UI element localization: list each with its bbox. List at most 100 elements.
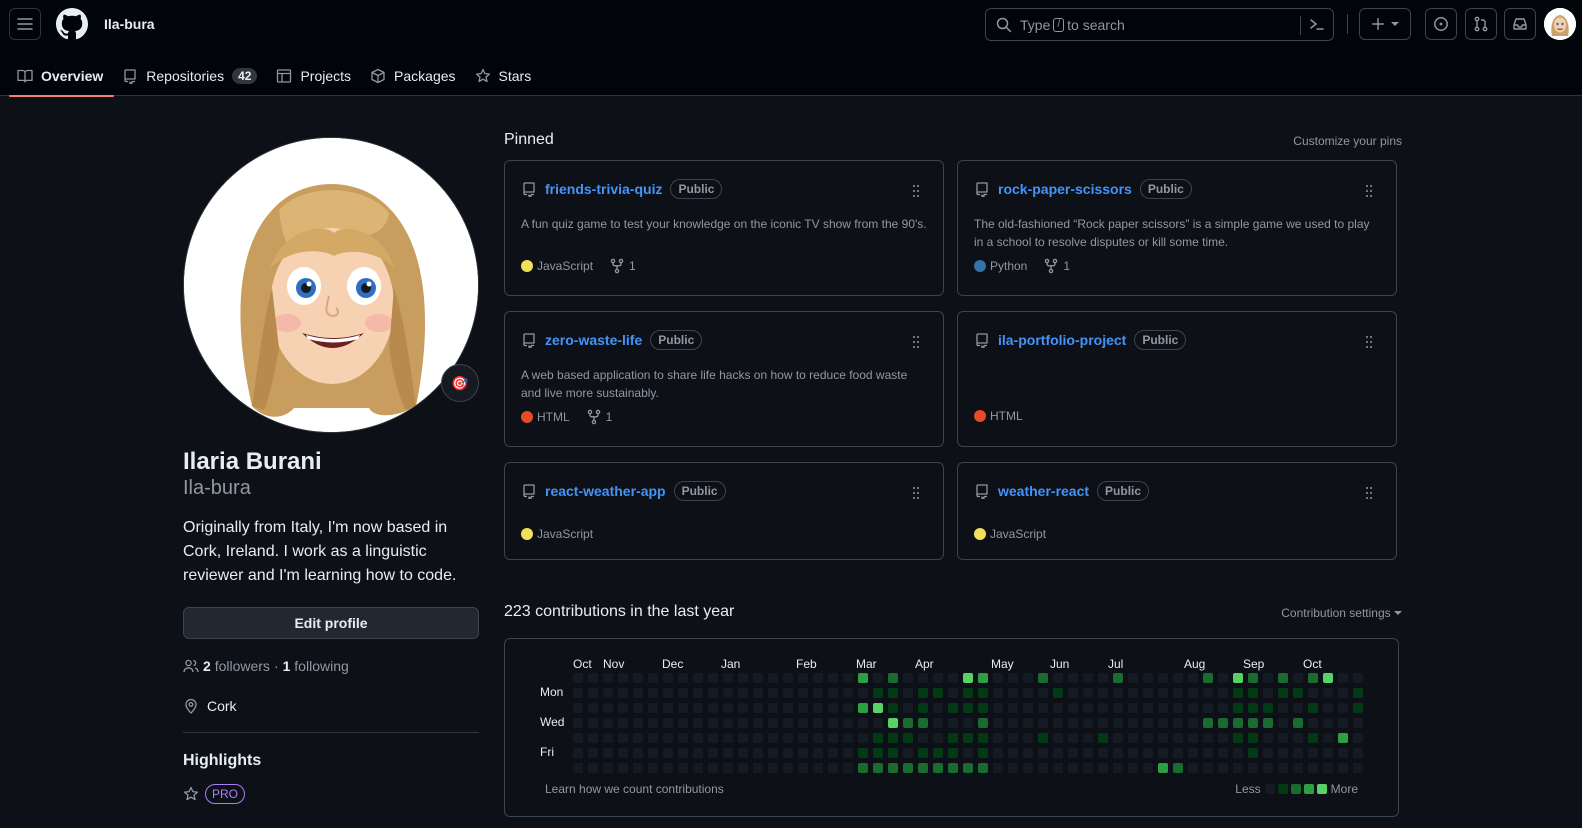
contribution-day[interactable] <box>1188 718 1198 728</box>
contribution-day[interactable] <box>1278 673 1288 683</box>
contribution-day[interactable] <box>918 688 928 698</box>
contribution-day[interactable] <box>888 718 898 728</box>
contribution-day[interactable] <box>678 763 688 773</box>
contribution-day[interactable] <box>873 688 883 698</box>
contribution-day[interactable] <box>1023 673 1033 683</box>
contribution-day[interactable] <box>1023 703 1033 713</box>
contribution-day[interactable] <box>723 673 733 683</box>
contribution-day[interactable] <box>618 733 628 743</box>
contribution-day[interactable] <box>1053 763 1063 773</box>
repo-name-link[interactable]: zero-waste-life <box>545 332 642 348</box>
contribution-day[interactable] <box>783 688 793 698</box>
contribution-day[interactable] <box>678 673 688 683</box>
repo-forks-link[interactable]: 1 <box>1043 258 1070 274</box>
contribution-day[interactable] <box>828 763 838 773</box>
contribution-day[interactable] <box>828 733 838 743</box>
contribution-day[interactable] <box>1128 688 1138 698</box>
contribution-day[interactable] <box>1263 703 1273 713</box>
contribution-day[interactable] <box>1008 733 1018 743</box>
contribution-day[interactable] <box>798 763 808 773</box>
contribution-day[interactable] <box>1218 733 1228 743</box>
contribution-day[interactable] <box>843 688 853 698</box>
contribution-day[interactable] <box>993 718 1003 728</box>
contribution-day[interactable] <box>1038 688 1048 698</box>
contribution-day[interactable] <box>918 718 928 728</box>
tab-repositories[interactable]: Repositories 42 <box>114 56 268 96</box>
contribution-day[interactable] <box>648 718 658 728</box>
contribution-day[interactable] <box>1113 733 1123 743</box>
contribution-day[interactable] <box>573 718 583 728</box>
contribution-day[interactable] <box>753 733 763 743</box>
contribution-day[interactable] <box>858 763 868 773</box>
contribution-day[interactable] <box>1248 688 1258 698</box>
contribution-day[interactable] <box>1068 718 1078 728</box>
contribution-day[interactable] <box>1098 673 1108 683</box>
contribution-day[interactable] <box>843 673 853 683</box>
contribution-day[interactable] <box>1293 748 1303 758</box>
contribution-day[interactable] <box>1143 673 1153 683</box>
contribution-day[interactable] <box>858 718 868 728</box>
contribution-day[interactable] <box>1248 703 1258 713</box>
contribution-day[interactable] <box>1023 763 1033 773</box>
contribution-day[interactable] <box>1308 733 1318 743</box>
contribution-day[interactable] <box>813 703 823 713</box>
contribution-day[interactable] <box>663 688 673 698</box>
contribution-day[interactable] <box>813 673 823 683</box>
contribution-day[interactable] <box>918 673 928 683</box>
contribution-day[interactable] <box>1008 688 1018 698</box>
contribution-day[interactable] <box>1173 733 1183 743</box>
create-new-button[interactable] <box>1359 8 1411 40</box>
contribution-day[interactable] <box>1173 688 1183 698</box>
contribution-day[interactable] <box>1113 703 1123 713</box>
contribution-day[interactable] <box>603 673 613 683</box>
contribution-day[interactable] <box>1323 763 1333 773</box>
contribution-day[interactable] <box>1263 763 1273 773</box>
contribution-day[interactable] <box>1188 763 1198 773</box>
contribution-day[interactable] <box>1083 703 1093 713</box>
contribution-day[interactable] <box>663 748 673 758</box>
contribution-day[interactable] <box>1218 718 1228 728</box>
contribution-day[interactable] <box>678 688 688 698</box>
contribution-day[interactable] <box>1068 763 1078 773</box>
contribution-day[interactable] <box>663 763 673 773</box>
drag-handle-icon[interactable] <box>913 487 919 499</box>
contribution-day[interactable] <box>1038 673 1048 683</box>
contribution-day[interactable] <box>633 718 643 728</box>
contribution-day[interactable] <box>1038 763 1048 773</box>
contribution-day[interactable] <box>1278 733 1288 743</box>
contribution-day[interactable] <box>618 763 628 773</box>
contribution-day[interactable] <box>1053 733 1063 743</box>
contribution-day[interactable] <box>708 748 718 758</box>
contribution-day[interactable] <box>1158 733 1168 743</box>
contribution-day[interactable] <box>948 688 958 698</box>
contribution-day[interactable] <box>1008 748 1018 758</box>
customize-pins-link[interactable]: Customize your pins <box>1293 134 1402 148</box>
contribution-day[interactable] <box>873 748 883 758</box>
repo-name-link[interactable]: react-weather-app <box>545 483 666 499</box>
contribution-day[interactable] <box>1068 673 1078 683</box>
contribution-day[interactable] <box>993 688 1003 698</box>
contribution-day[interactable] <box>633 763 643 773</box>
tab-packages[interactable]: Packages <box>362 56 466 96</box>
contribution-day[interactable] <box>678 748 688 758</box>
contribution-day[interactable] <box>1218 763 1228 773</box>
contribution-day[interactable] <box>1308 688 1318 698</box>
contribution-day[interactable] <box>993 763 1003 773</box>
contribution-day[interactable] <box>1173 703 1183 713</box>
contribution-day[interactable] <box>1068 688 1078 698</box>
contribution-day[interactable] <box>1293 718 1303 728</box>
contribution-day[interactable] <box>798 718 808 728</box>
contribution-day[interactable] <box>1323 733 1333 743</box>
contribution-day[interactable] <box>603 748 613 758</box>
contribution-day[interactable] <box>723 688 733 698</box>
contribution-day[interactable] <box>963 688 973 698</box>
contribution-day[interactable] <box>1068 733 1078 743</box>
contribution-day[interactable] <box>1173 763 1183 773</box>
contribution-day[interactable] <box>828 718 838 728</box>
contribution-day[interactable] <box>588 748 598 758</box>
contribution-day[interactable] <box>933 688 943 698</box>
contribution-day[interactable] <box>678 703 688 713</box>
contribution-day[interactable] <box>1188 733 1198 743</box>
inbox-button[interactable] <box>1504 8 1536 40</box>
menu-button[interactable] <box>9 8 41 40</box>
